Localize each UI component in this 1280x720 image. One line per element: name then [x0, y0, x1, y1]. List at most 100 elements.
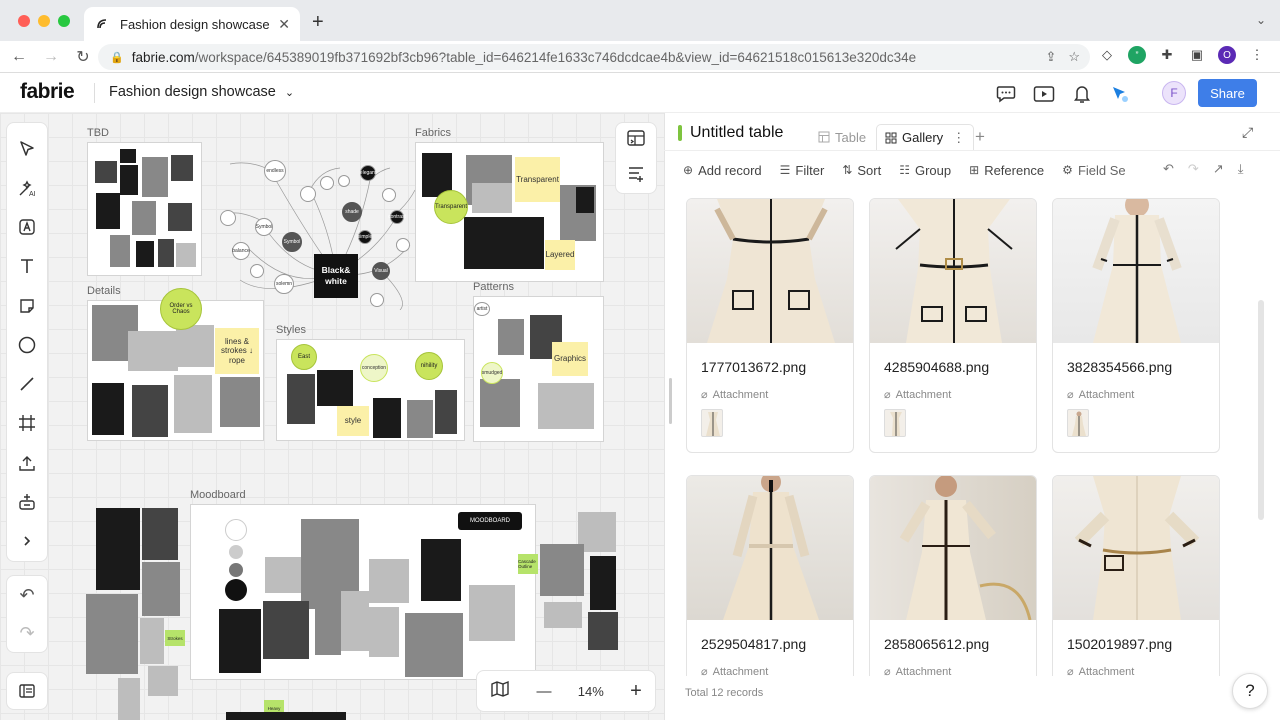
forward-arrow-icon[interactable]: → [38, 48, 64, 66]
card-cover-image[interactable] [1053, 476, 1219, 620]
mindmap-node[interactable] [300, 186, 316, 202]
close-window-button[interactable] [18, 15, 30, 27]
canvas-image[interactable] [540, 544, 584, 596]
tag-node-conception[interactable]: conception [360, 354, 388, 382]
mindmap-node[interactable]: endless [264, 160, 286, 182]
tab-search-chevron-icon[interactable]: ⌄ [1256, 13, 1266, 27]
mindmap-node[interactable]: Visual [372, 262, 390, 280]
add-record-button[interactable]: ⊕ Add record [683, 163, 762, 178]
attachment-thumbnail[interactable] [701, 409, 723, 437]
sticky-note-style[interactable]: style [337, 406, 369, 436]
minimap-icon[interactable] [490, 680, 510, 702]
address-bar[interactable]: 🔒 fabrie.com/workspace/645389019fb371692… [98, 44, 1090, 70]
reload-icon[interactable]: ↻ [70, 47, 96, 67]
redo-icon[interactable]: ↷ [19, 623, 34, 644]
mindmap-node[interactable] [250, 264, 264, 278]
new-tab-button[interactable]: + [312, 11, 324, 34]
frame-tool-icon[interactable] [12, 404, 42, 443]
back-arrow-icon[interactable]: ← [6, 48, 32, 66]
table-panel-toggle-icon[interactable] [626, 128, 646, 153]
workspace-switcher[interactable]: Fashion design showcase ⌄ [109, 84, 294, 100]
field-settings-button[interactable]: ⚙ Field Se [1062, 163, 1125, 178]
card-cover-image[interactable] [687, 476, 853, 620]
zoom-in-icon[interactable]: + [630, 680, 642, 703]
lock-icon[interactable]: 🔒 [110, 51, 124, 64]
share-page-icon[interactable]: ⇪ [1045, 49, 1056, 65]
table-title[interactable]: Untitled table [690, 124, 783, 142]
mindmap-node[interactable]: balance [232, 242, 250, 260]
text-tool-icon[interactable] [12, 247, 42, 286]
sticky-note-layered[interactable]: Layered [545, 240, 575, 270]
tag-strokes[interactable]: Strokes [165, 630, 185, 646]
puzzle-extensions-icon[interactable]: ✚ [1158, 46, 1176, 64]
tab-table-view[interactable]: Table [818, 124, 866, 150]
sticky-note-transparent[interactable]: Transparent [515, 157, 560, 202]
mindmap-node[interactable] [396, 238, 410, 252]
tag-node-nihility[interactable]: nihility [415, 352, 443, 380]
mindmap-node[interactable]: Symbol [282, 232, 302, 252]
minimize-window-button[interactable] [38, 15, 50, 27]
attachment-thumbnail[interactable] [1067, 409, 1089, 437]
expand-panel-icon[interactable]: ⤢ [1242, 124, 1253, 141]
mindmap-node[interactable]: elegant [360, 165, 376, 181]
mindmap-node[interactable]: simple [358, 230, 372, 244]
mindmap-node[interactable]: shade [342, 202, 362, 222]
undo-record-icon[interactable]: ↶ [1163, 161, 1174, 177]
extension-icon[interactable]: ◇ [1098, 46, 1116, 64]
card-cover-image[interactable] [870, 199, 1036, 343]
close-tab-icon[interactable]: ✕ [278, 16, 290, 33]
frame-moodboard[interactable] [190, 504, 536, 680]
open-external-icon[interactable]: ↗ [1213, 161, 1224, 177]
group-button[interactable]: ☷ Group [899, 163, 951, 178]
maximize-window-button[interactable] [58, 15, 70, 27]
text-frame-icon[interactable] [12, 208, 42, 247]
redo-record-icon[interactable]: ↷ [1188, 161, 1199, 177]
canvas-image[interactable] [142, 562, 180, 616]
notification-bell-icon[interactable] [1070, 82, 1094, 106]
browser-menu-icon[interactable]: ⋮ [1248, 46, 1266, 64]
help-button[interactable]: ? [1232, 673, 1268, 709]
present-play-icon[interactable] [1032, 82, 1056, 106]
tab-gallery-view[interactable]: Gallery ⋮ [876, 124, 975, 150]
mindmap-node[interactable]: contrast [388, 210, 406, 224]
sticky-note-icon[interactable] [12, 286, 42, 325]
share-button[interactable]: Share [1198, 79, 1257, 107]
canvas-image[interactable] [544, 602, 582, 628]
sticky-note-lines-strokes[interactable]: lines & strokes ↓ rope [215, 328, 259, 374]
gallery-card[interactable]: 3828354566.png ⌀ Attachment [1052, 198, 1220, 453]
circle-shape-icon[interactable] [12, 325, 42, 364]
tag-node-east[interactable]: East [291, 344, 317, 370]
gallery-card[interactable]: 4285904688.png ⌀ Attachment [869, 198, 1037, 453]
card-cover-image[interactable] [1053, 199, 1219, 343]
fabrie-logo[interactable]: fabrie [20, 80, 75, 104]
card-cover-image[interactable] [870, 476, 1036, 620]
mindmap-node[interactable] [338, 175, 350, 187]
sticky-note-graphics[interactable]: Graphics [552, 342, 588, 376]
mindmap-node[interactable]: Symbol [255, 218, 273, 236]
canvas-image[interactable] [86, 594, 138, 674]
tag-node-transparent[interactable]: Transparent [434, 190, 468, 224]
filter-button[interactable]: ☰ Filter [780, 163, 825, 178]
layers-panel-icon[interactable] [6, 672, 48, 710]
tag-node-artist[interactable]: artist [474, 302, 490, 316]
grammarly-extension-icon[interactable]: ” [1128, 46, 1146, 64]
comment-icon[interactable] [994, 82, 1018, 106]
more-tools-chevron-icon[interactable] [12, 522, 42, 561]
canvas-image[interactable] [140, 618, 164, 664]
reference-button[interactable]: ⊞ Reference [969, 163, 1044, 178]
card-cover-image[interactable] [687, 199, 853, 343]
gallery-card[interactable]: 2529504817.png ⌀ Attachment [686, 475, 854, 676]
attachment-thumbnail[interactable] [884, 409, 906, 437]
sidebar-toggle-icon[interactable]: ▣ [1188, 46, 1206, 64]
select-cursor-icon[interactable] [12, 129, 42, 168]
templates-icon[interactable] [12, 482, 42, 521]
tag-node-order-vs-chaos[interactable]: Order vs Chaos [160, 288, 202, 330]
undo-icon[interactable]: ↶ [19, 585, 34, 606]
panel-resize-handle[interactable] [669, 378, 672, 424]
canvas-image[interactable] [590, 556, 616, 610]
mindmap-node[interactable] [220, 210, 236, 226]
upload-icon[interactable] [12, 443, 42, 482]
sort-button[interactable]: ⇅ Sort [842, 163, 881, 178]
canvas-image[interactable] [142, 508, 178, 560]
add-list-icon[interactable] [626, 163, 646, 188]
